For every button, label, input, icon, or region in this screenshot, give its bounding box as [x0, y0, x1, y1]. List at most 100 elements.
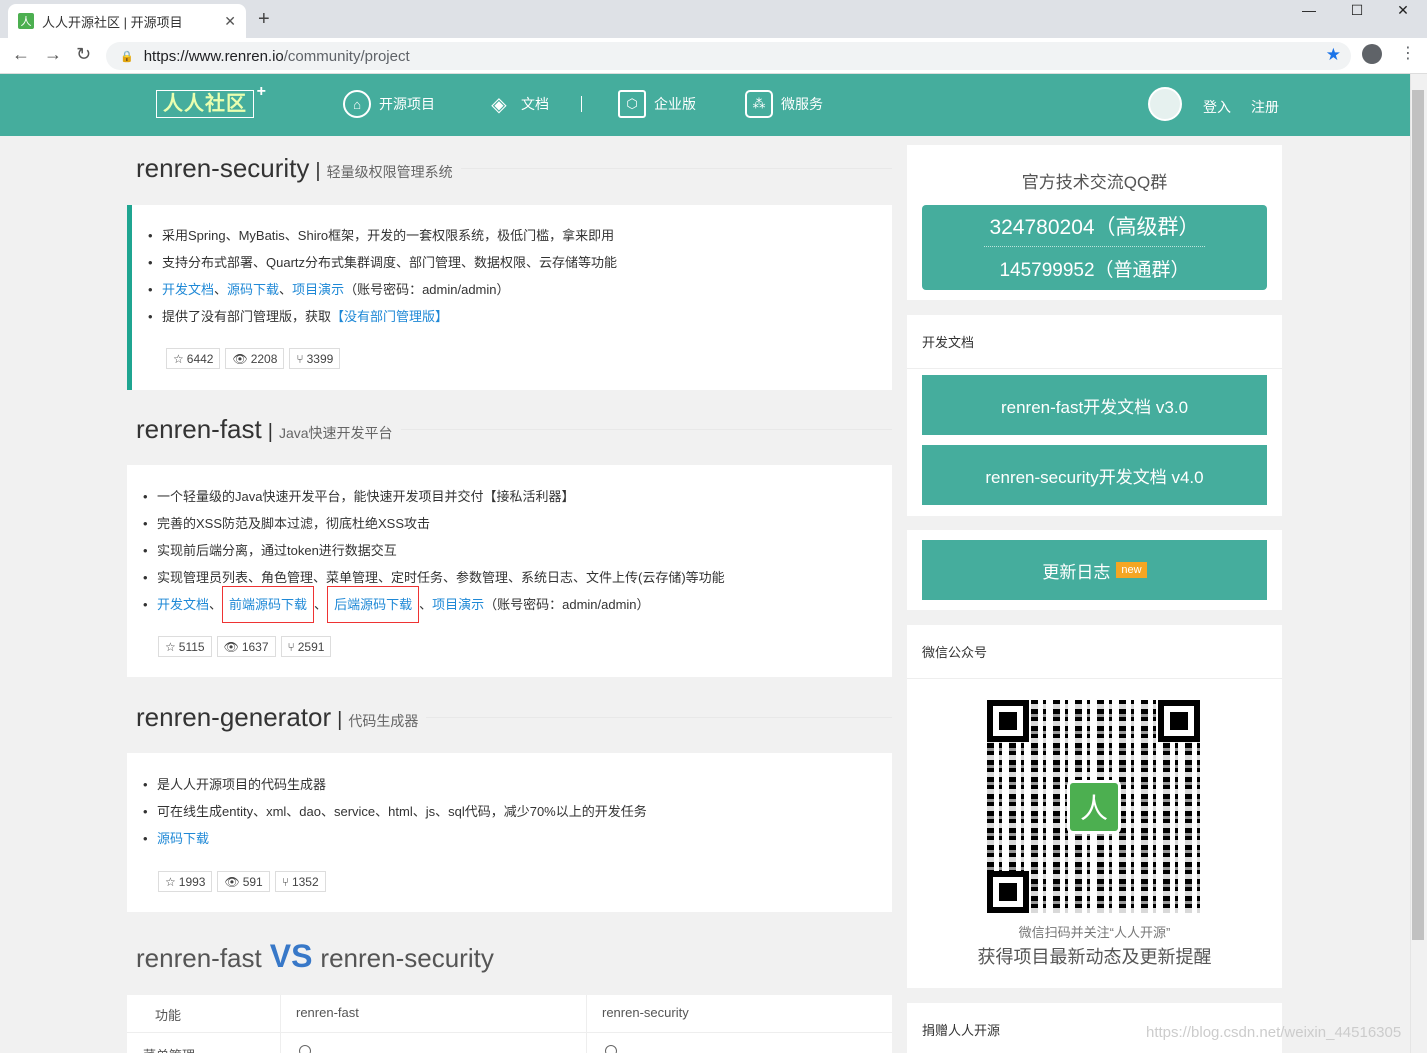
demo-link[interactable]: 项目演示 — [292, 282, 344, 297]
qr-finder — [1158, 700, 1200, 742]
demo-link[interactable]: 项目演示 — [432, 597, 484, 612]
wechat-qr-code: 人 — [987, 700, 1200, 913]
source-download-link[interactable]: 源码下载 — [157, 831, 209, 846]
check-circle-icon — [605, 1045, 617, 1053]
browser-tab[interactable]: 人 人人开源社区 | 开源项目 ✕ — [8, 4, 246, 38]
scrollbar-thumb[interactable] — [1412, 90, 1424, 940]
url-path: /community/project — [283, 47, 410, 65]
fork-count[interactable]: ⑂ 2591 — [280, 636, 332, 657]
qq-normal-group[interactable]: 145799952（普通群） — [922, 247, 1267, 282]
project-card-fast: 一个轻量级的Java快速开发平台，能快速开发项目并交付【接私活利器】 完善的XS… — [127, 465, 892, 677]
view-count: 👁 2208 — [225, 348, 285, 369]
site-logo[interactable]: 人人社区 + — [156, 83, 266, 118]
register-link[interactable]: 注册 — [1251, 97, 1279, 117]
site-header: 人人社区 + ⌂ 开源项目 ◈ 文档 ⬡ 企业版 ⁂ 微服务 登入 注册 — [0, 74, 1410, 136]
security-docs-button[interactable]: renren-security开发文档 v4.0 — [922, 445, 1267, 505]
reload-icon[interactable]: ↻ — [76, 44, 91, 65]
nav-docs[interactable]: ◈ 文档 — [485, 90, 549, 118]
source-download-link[interactable]: 源码下载 — [227, 282, 279, 297]
comparison-table: 功能 renren-fast renren-security 菜单管理 — [127, 995, 892, 1053]
star-count[interactable]: ☆ 5115 — [158, 636, 212, 657]
views-value: 2208 — [250, 351, 278, 366]
frontend-source-link[interactable]: 前端源码下载 — [222, 586, 315, 623]
nav-divider — [581, 96, 582, 112]
nav-label: 企业版 — [654, 96, 696, 112]
logo-plus: + — [256, 83, 267, 100]
changelog-button[interactable]: 更新日志 new — [922, 540, 1267, 600]
star-count[interactable]: ☆ 6442 — [166, 348, 221, 369]
qr-finder — [987, 700, 1029, 742]
list-item: 提供了没有部门管理版，获取【没有部门管理版】 — [148, 303, 892, 330]
project-name[interactable]: renren-security — [136, 153, 309, 184]
changelog-box: 更新日志 new — [907, 530, 1282, 610]
github-icon: ⌂ — [343, 90, 371, 118]
login-link[interactable]: 登入 — [1203, 97, 1231, 117]
maximize-icon[interactable]: ☐ — [1334, 2, 1380, 19]
star-count[interactable]: ☆ 1993 — [158, 871, 213, 892]
table-header: renren-security — [602, 1005, 689, 1020]
close-window-icon[interactable]: ✕ — [1380, 2, 1426, 19]
credentials-note: （账号密码：admin/admin） — [484, 597, 650, 612]
project-stats: ☆ 5115 👁 1637 ⑂ 2591 — [158, 636, 332, 657]
fast-docs-button[interactable]: renren-fast开发文档 v3.0 — [922, 375, 1267, 435]
forward-icon[interactable]: → — [44, 44, 62, 65]
address-bar[interactable]: 🔒 https://www.renren.io/community/projec… — [106, 42, 1351, 70]
project-stats: ☆ 6442 👁 2208 ⑂ 3399 — [166, 348, 341, 369]
nav-label: 开源项目 — [379, 96, 435, 112]
list-item: 一个轻量级的Java快速开发平台，能快速开发项目并交付【接私活利器】 — [143, 483, 892, 510]
project-heading: renren-fast | Java快速开发平台 — [136, 414, 892, 445]
table-header-row: 功能 renren-fast renren-security — [127, 995, 892, 1033]
divider: | — [267, 421, 273, 443]
tab-title: 人人开源社区 | 开源项目 — [42, 14, 183, 30]
backend-source-link[interactable]: 后端源码下载 — [327, 586, 420, 623]
lock-icon[interactable]: 🔒 — [120, 50, 134, 63]
view-count: 👁 591 — [217, 871, 270, 892]
list-item: 支持分布式部署、Quartz分布式集群调度、部门管理、数据权限、云存储等功能 — [148, 249, 892, 276]
table-row: 菜单管理 — [127, 1033, 892, 1053]
list-item: 开发文档、前端源码下载、后端源码下载、项目演示（账号密码：admin/admin… — [143, 586, 892, 623]
qq-group-box: 官方技术交流QQ群 324780204（高级群） 145799952（普通群） — [907, 145, 1282, 300]
list-item: 是人人开源项目的代码生成器 — [143, 771, 892, 798]
browser-toolbar: ← → ↻ 🔒 https://www.renren.io/community/… — [0, 38, 1427, 74]
url-text: https://www.renren.io/community/project — [144, 48, 410, 65]
browser-tabbar: 人 人人开源社区 | 开源项目 ✕ + — ☐ ✕ — [0, 0, 1427, 38]
nav-microservice[interactable]: ⁂ 微服务 — [745, 90, 823, 118]
wechat-title: 微信公众号 — [907, 625, 1282, 679]
nav-enterprise[interactable]: ⬡ 企业版 — [618, 90, 696, 118]
no-dept-version-link[interactable]: 【没有部门管理版】 — [331, 309, 448, 324]
project-desc: Java快速开发平台 — [278, 425, 393, 441]
fork-count[interactable]: ⑂ 3399 — [289, 348, 341, 369]
fork-icon: ⑂ — [281, 874, 289, 889]
back-icon[interactable]: ← — [12, 44, 30, 65]
user-avatar-icon[interactable] — [1148, 87, 1182, 121]
watermark: https://blog.csdn.net/weixin_44516305 — [1146, 1024, 1402, 1041]
bookmark-star-icon[interactable]: ★ — [1326, 45, 1341, 65]
close-tab-icon[interactable]: ✕ — [224, 13, 236, 30]
list-item: 可在线生成entity、xml、dao、service、html、js、sql代… — [143, 798, 892, 825]
project-name[interactable]: renren-fast — [136, 414, 262, 445]
qq-high-group[interactable]: 324780204（高级群） — [984, 205, 1205, 247]
new-tab-icon[interactable]: + — [258, 8, 270, 31]
profile-icon[interactable] — [1362, 44, 1382, 64]
project-heading: renren-generator | 代码生成器 — [136, 702, 892, 733]
fork-icon: ⑂ — [287, 639, 295, 654]
site-favicon-icon: 人 — [18, 13, 34, 29]
views-value: 591 — [242, 874, 263, 889]
url-host: https://www.renren.io — [143, 47, 284, 65]
nav-open-source[interactable]: ⌂ 开源项目 — [343, 90, 435, 118]
logo-text: 人人社区 — [163, 93, 247, 115]
docs-link[interactable]: 开发文档 — [162, 282, 214, 297]
project-name[interactable]: renren-generator — [136, 702, 331, 733]
menu-icon[interactable]: ⋮ — [1400, 43, 1416, 63]
docs-link[interactable]: 开发文档 — [157, 597, 209, 612]
list-item: 源码下载 — [143, 825, 892, 852]
minimize-icon[interactable]: — — [1286, 2, 1332, 18]
comparison-heading: renren-fast VS renren-security — [136, 938, 892, 975]
table-cell: 菜单管理 — [127, 1033, 281, 1053]
fork-count[interactable]: ⑂ 1352 — [274, 871, 326, 892]
eye-icon: 👁 — [224, 874, 240, 889]
eye-icon: 👁 — [232, 351, 248, 366]
check-circle-icon — [299, 1045, 311, 1053]
vs-left: renren-fast — [136, 943, 262, 973]
wechat-subcaption: 获得项目最新动态及更新提醒 — [977, 947, 1212, 967]
